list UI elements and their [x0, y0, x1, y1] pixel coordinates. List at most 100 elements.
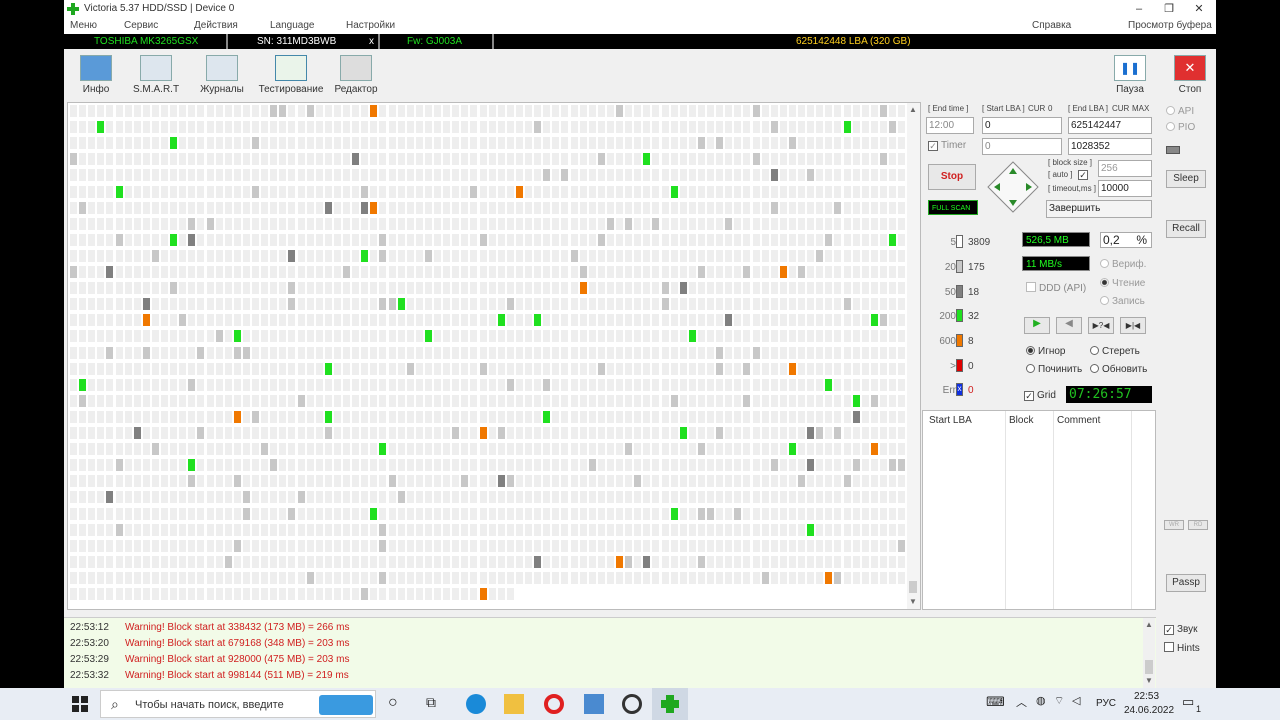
end-lba-input[interactable]: 625142447 — [1068, 117, 1152, 134]
scroll-thumb[interactable] — [909, 581, 917, 593]
app-icon[interactable] — [584, 694, 604, 714]
auto-checkbox[interactable]: ✓ — [1078, 169, 1091, 180]
refresh-radio[interactable]: Обновить — [1090, 364, 1147, 375]
stop-button[interactable]: ✕ Стоп — [1158, 53, 1216, 97]
log-scrollbar[interactable]: ▲ ▼ — [1143, 618, 1155, 688]
volume-icon[interactable]: ◁ — [1072, 694, 1092, 714]
grid-checkbox[interactable]: ✓ Grid — [1024, 390, 1056, 401]
pause-button[interactable]: ❚❚ Пауза — [1098, 53, 1162, 97]
maximize-button[interactable]: ❐ — [1154, 0, 1184, 18]
write-radio[interactable]: Запись — [1100, 296, 1145, 307]
pio-radio[interactable]: PIO — [1166, 122, 1195, 133]
minimize-button[interactable]: – — [1124, 0, 1154, 18]
menu-item-language[interactable]: Language — [270, 20, 315, 31]
col-block[interactable]: Block — [1009, 415, 1033, 426]
start-lba-input[interactable]: 0 — [982, 117, 1062, 134]
scroll-up-icon[interactable]: ▲ — [909, 105, 917, 114]
block-cell — [870, 555, 878, 568]
speedometer-icon[interactable] — [622, 694, 642, 714]
windows-start-icon[interactable] — [72, 696, 92, 716]
edge-icon[interactable] — [466, 694, 486, 714]
task-view-icon[interactable]: ⧉ — [426, 694, 446, 714]
direction-pad-icon[interactable] — [986, 160, 1040, 214]
block-cell — [242, 185, 250, 198]
sound-checkbox[interactable]: ✓ Звук — [1164, 624, 1198, 635]
logs-button[interactable]: Журналы — [190, 53, 254, 97]
sleep-button[interactable]: Sleep — [1166, 170, 1206, 188]
verify-radio[interactable]: Вериф. — [1100, 259, 1146, 270]
input-language[interactable]: РУС — [1096, 698, 1116, 709]
network-icon[interactable]: ◍ — [1036, 694, 1056, 714]
start-zero-button[interactable]: 0 — [1048, 104, 1052, 113]
log-scroll-down-icon[interactable]: ▼ — [1145, 676, 1153, 685]
smart-button[interactable]: S.M.A.R.T — [124, 53, 188, 97]
menu-item-actions[interactable]: Действия — [194, 20, 238, 31]
block-cell — [679, 298, 687, 311]
block-cell — [543, 121, 551, 134]
block-cell — [306, 137, 314, 150]
full-scan-indicator[interactable]: FULL SCAN — [928, 200, 978, 215]
block-cell — [643, 523, 651, 536]
victoria-taskbar-button[interactable] — [652, 688, 688, 720]
read-radio[interactable]: Чтение — [1100, 278, 1145, 289]
finish-action-select[interactable]: Завершить — [1046, 200, 1152, 218]
ddd-api-checkbox[interactable]: DDD (API) — [1026, 282, 1086, 294]
end-time-input[interactable]: 12:00 — [926, 117, 974, 134]
passport-button[interactable]: Passp — [1166, 574, 1206, 592]
editor-button[interactable]: Редактор — [324, 53, 388, 97]
keyboard-icon[interactable]: ⌨ — [986, 694, 1006, 714]
position-input[interactable]: 1028352 — [1068, 138, 1152, 155]
recall-button[interactable]: Recall — [1166, 220, 1206, 238]
hints-checkbox[interactable]: Hints — [1164, 642, 1200, 654]
block-cell — [424, 169, 432, 182]
buffer-view-button[interactable]: Просмотр буфера — [1128, 20, 1212, 31]
erase-radio[interactable]: Стереть — [1090, 346, 1140, 357]
end-max-button[interactable]: MAX — [1132, 104, 1149, 113]
block-cell — [652, 346, 660, 359]
menu-item-help[interactable]: Справка — [1032, 20, 1071, 31]
block-cell — [798, 346, 805, 359]
grid-scrollbar[interactable]: ▲ ▼ — [907, 103, 920, 609]
scan-stop-button[interactable]: Stop — [928, 164, 976, 190]
taskbar-search[interactable]: ⌕ Чтобы начать поиск, введите — [100, 690, 376, 718]
block-cell — [288, 121, 296, 134]
clock-date[interactable]: 24.06.2022 — [1124, 705, 1174, 716]
col-comment[interactable]: Comment — [1057, 415, 1100, 426]
menu-item-settings[interactable]: Настройки — [346, 20, 395, 31]
test-button[interactable]: Тестирование — [258, 53, 324, 97]
block-cell — [443, 217, 451, 230]
back-button[interactable]: ◀ — [1056, 317, 1082, 334]
wifi-icon[interactable]: ⌔ — [1054, 694, 1074, 714]
block-cell — [115, 233, 123, 246]
log-scroll-thumb[interactable] — [1145, 660, 1153, 674]
ignore-radio[interactable]: Игнор — [1026, 346, 1065, 357]
block-size-select[interactable]: 256 — [1098, 160, 1152, 177]
skip-unknown-button[interactable]: ▶?◀ — [1088, 317, 1114, 334]
drive-close[interactable]: x — [369, 36, 374, 47]
menu-item-service[interactable]: Сервис — [124, 20, 158, 31]
end-button[interactable]: ▶|◀ — [1120, 317, 1146, 334]
start-cur-button[interactable]: CUR — [1028, 104, 1045, 113]
clock-time[interactable]: 22:53 — [1134, 691, 1159, 702]
drive-model[interactable]: TOSHIBA MK3265GSX — [94, 36, 198, 47]
close-button[interactable]: ✕ — [1184, 0, 1214, 18]
api-radio[interactable]: API — [1166, 106, 1194, 117]
cortana-icon[interactable]: ○ — [388, 694, 408, 714]
timeout-select[interactable]: 10000 — [1098, 180, 1152, 197]
tray-chevron-icon[interactable]: ︿ — [1016, 694, 1036, 714]
file-explorer-icon[interactable] — [504, 694, 524, 714]
scroll-down-icon[interactable]: ▼ — [909, 597, 917, 606]
timer-checkbox[interactable]: ✓ Timer — [928, 140, 966, 151]
block-cell — [661, 410, 669, 423]
col-start-lba[interactable]: Start LBA — [929, 415, 972, 426]
opera-icon[interactable] — [544, 694, 564, 714]
info-button[interactable]: Инфо — [64, 53, 128, 97]
block-cell — [570, 523, 578, 536]
log-scroll-up-icon[interactable]: ▲ — [1145, 620, 1153, 629]
repair-radio[interactable]: Починить — [1026, 364, 1082, 375]
block-cell — [379, 539, 387, 552]
menu-item-menu[interactable]: Меню — [70, 20, 97, 31]
end-cur-button[interactable]: CUR — [1112, 104, 1129, 113]
timer-input[interactable]: 0 — [982, 138, 1062, 155]
play-button[interactable]: ▶ — [1024, 317, 1050, 334]
